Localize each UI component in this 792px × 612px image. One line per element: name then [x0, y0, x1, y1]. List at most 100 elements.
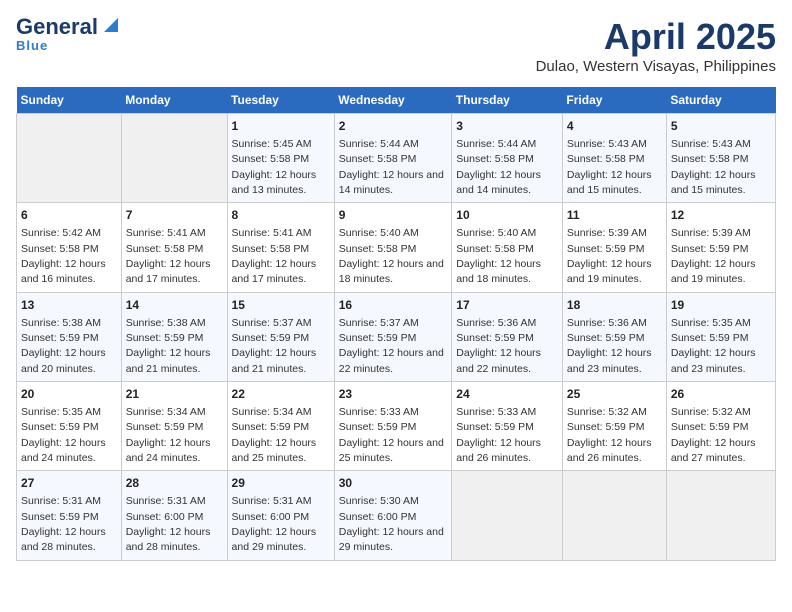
- day-number: 7: [126, 207, 223, 224]
- calendar-cell: 11 Sunrise: 5:39 AM Sunset: 5:59 PM Dayli…: [562, 203, 666, 292]
- calendar-week-row: 1 Sunrise: 5:45 AM Sunset: 5:58 PM Daylig…: [17, 114, 776, 203]
- day-info: Sunrise: 5:31 AM Sunset: 6:00 PM Dayligh…: [126, 495, 211, 553]
- day-info: Sunrise: 5:43 AM Sunset: 5:58 PM Dayligh…: [567, 138, 652, 196]
- day-info: Sunrise: 5:33 AM Sunset: 5:59 PM Dayligh…: [339, 406, 444, 464]
- calendar-cell: 12 Sunrise: 5:39 AM Sunset: 5:59 PM Dayli…: [666, 203, 775, 292]
- day-number: 29: [232, 475, 330, 492]
- day-info: Sunrise: 5:34 AM Sunset: 5:59 PM Dayligh…: [126, 406, 211, 464]
- day-info: Sunrise: 5:33 AM Sunset: 5:59 PM Dayligh…: [456, 406, 541, 464]
- day-info: Sunrise: 5:32 AM Sunset: 5:59 PM Dayligh…: [671, 406, 756, 464]
- day-info: Sunrise: 5:34 AM Sunset: 5:59 PM Dayligh…: [232, 406, 317, 464]
- day-number: 23: [339, 386, 448, 403]
- calendar-subtitle: Dulao, Western Visayas, Philippines: [536, 58, 776, 75]
- calendar-cell: [562, 471, 666, 560]
- day-number: 5: [671, 118, 771, 135]
- day-number: 2: [339, 118, 448, 135]
- calendar-cell: 9Sunrise: 5:40 AM Sunset: 5:58 PM Daylig…: [334, 203, 452, 292]
- day-number: 28: [126, 475, 223, 492]
- calendar-cell: 7Sunrise: 5:41 AM Sunset: 5:58 PM Daylig…: [121, 203, 227, 292]
- day-info: Sunrise: 5:38 AM Sunset: 5:59 PM Dayligh…: [21, 317, 106, 375]
- day-number: 27: [21, 475, 117, 492]
- weekday-header: Saturday: [666, 87, 775, 114]
- day-number: 20: [21, 386, 117, 403]
- day-info: Sunrise: 5:39 AM Sunset: 5:59 PM Dayligh…: [671, 227, 756, 285]
- day-info: Sunrise: 5:39 AM Sunset: 5:59 PM Dayligh…: [567, 227, 652, 285]
- calendar-cell: 22Sunrise: 5:34 AM Sunset: 5:59 PM Dayli…: [227, 382, 334, 471]
- calendar-cell: 28 Sunrise: 5:31 AM Sunset: 6:00 PM Dayli…: [121, 471, 227, 560]
- title-block: April 2025 Dulao, Western Visayas, Phili…: [536, 16, 776, 75]
- day-number: 24: [456, 386, 558, 403]
- calendar-cell: 21 Sunrise: 5:34 AM Sunset: 5:59 PM Dayli…: [121, 382, 227, 471]
- day-info: Sunrise: 5:35 AM Sunset: 5:59 PM Dayligh…: [671, 317, 756, 375]
- calendar-cell: 19 Sunrise: 5:35 AM Sunset: 5:59 PM Dayli…: [666, 292, 775, 381]
- day-info: Sunrise: 5:32 AM Sunset: 5:59 PM Dayligh…: [567, 406, 652, 464]
- day-info: Sunrise: 5:30 AM Sunset: 6:00 PM Dayligh…: [339, 495, 444, 553]
- day-number: 19: [671, 297, 771, 314]
- calendar-cell: 2 Sunrise: 5:44 AM Sunset: 5:58 PM Daylig…: [334, 114, 452, 203]
- day-number: 6: [21, 207, 117, 224]
- day-info: Sunrise: 5:31 AM Sunset: 5:59 PM Dayligh…: [21, 495, 106, 553]
- calendar-cell: 27 Sunrise: 5:31 AM Sunset: 5:59 PM Dayli…: [17, 471, 122, 560]
- calendar-cell: 10 Sunrise: 5:40 AM Sunset: 5:58 PM Dayli…: [452, 203, 563, 292]
- calendar-week-row: 20 Sunrise: 5:35 AM Sunset: 5:59 PM Dayli…: [17, 382, 776, 471]
- day-info: Sunrise: 5:35 AM Sunset: 5:59 PM Dayligh…: [21, 406, 106, 464]
- day-number: 25: [567, 386, 662, 403]
- calendar-cell: 20 Sunrise: 5:35 AM Sunset: 5:59 PM Dayli…: [17, 382, 122, 471]
- calendar-cell: 24 Sunrise: 5:33 AM Sunset: 5:59 PM Dayli…: [452, 382, 563, 471]
- calendar-cell: 15 Sunrise: 5:37 AM Sunset: 5:59 PM Dayli…: [227, 292, 334, 381]
- day-info: Sunrise: 5:36 AM Sunset: 5:59 PM Dayligh…: [456, 317, 541, 375]
- day-number: 26: [671, 386, 771, 403]
- day-number: 1: [232, 118, 330, 135]
- day-number: 30: [339, 475, 448, 492]
- day-info: Sunrise: 5:38 AM Sunset: 5:59 PM Dayligh…: [126, 317, 211, 375]
- calendar-cell: 5 Sunrise: 5:43 AM Sunset: 5:58 PM Daylig…: [666, 114, 775, 203]
- day-info: Sunrise: 5:31 AM Sunset: 6:00 PM Dayligh…: [232, 495, 317, 553]
- day-info: Sunrise: 5:36 AM Sunset: 5:59 PM Dayligh…: [567, 317, 652, 375]
- calendar-cell: 1 Sunrise: 5:45 AM Sunset: 5:58 PM Daylig…: [227, 114, 334, 203]
- calendar-cell: [666, 471, 775, 560]
- day-info: Sunrise: 5:44 AM Sunset: 5:58 PM Dayligh…: [456, 138, 541, 196]
- calendar-cell: 4 Sunrise: 5:43 AM Sunset: 5:58 PM Daylig…: [562, 114, 666, 203]
- calendar-cell: 17Sunrise: 5:36 AM Sunset: 5:59 PM Dayli…: [452, 292, 563, 381]
- calendar-cell: 3 Sunrise: 5:44 AM Sunset: 5:58 PM Daylig…: [452, 114, 563, 203]
- calendar-cell: 25 Sunrise: 5:32 AM Sunset: 5:59 PM Dayli…: [562, 382, 666, 471]
- day-info: Sunrise: 5:37 AM Sunset: 5:59 PM Dayligh…: [232, 317, 317, 375]
- day-number: 4: [567, 118, 662, 135]
- weekday-header-row: SundayMondayTuesdayWednesdayThursdayFrid…: [17, 87, 776, 114]
- day-number: 8: [232, 207, 330, 224]
- day-info: Sunrise: 5:40 AM Sunset: 5:58 PM Dayligh…: [456, 227, 541, 285]
- day-number: 14: [126, 297, 223, 314]
- calendar-week-row: 6 Sunrise: 5:42 AM Sunset: 5:58 PM Daylig…: [17, 203, 776, 292]
- calendar-cell: [17, 114, 122, 203]
- day-number: 13: [21, 297, 117, 314]
- calendar-title: April 2025: [536, 16, 776, 58]
- day-number: 10: [456, 207, 558, 224]
- calendar-cell: 8Sunrise: 5:41 AM Sunset: 5:58 PM Daylig…: [227, 203, 334, 292]
- calendar-cell: 29 Sunrise: 5:31 AM Sunset: 6:00 PM Dayli…: [227, 471, 334, 560]
- day-number: 18: [567, 297, 662, 314]
- logo: General Blue: [16, 16, 122, 53]
- day-number: 12: [671, 207, 771, 224]
- weekday-header: Sunday: [17, 87, 122, 114]
- weekday-header: Wednesday: [334, 87, 452, 114]
- weekday-header: Thursday: [452, 87, 563, 114]
- calendar-table: SundayMondayTuesdayWednesdayThursdayFrid…: [16, 87, 776, 561]
- calendar-cell: 18 Sunrise: 5:36 AM Sunset: 5:59 PM Dayli…: [562, 292, 666, 381]
- day-info: Sunrise: 5:42 AM Sunset: 5:58 PM Dayligh…: [21, 227, 106, 285]
- day-number: 21: [126, 386, 223, 403]
- day-number: 3: [456, 118, 558, 135]
- calendar-cell: 30 Sunrise: 5:30 AM Sunset: 6:00 PM Dayli…: [334, 471, 452, 560]
- day-info: Sunrise: 5:45 AM Sunset: 5:58 PM Dayligh…: [232, 138, 317, 196]
- day-info: Sunrise: 5:44 AM Sunset: 5:58 PM Dayligh…: [339, 138, 444, 196]
- calendar-cell: 14 Sunrise: 5:38 AM Sunset: 5:59 PM Dayli…: [121, 292, 227, 381]
- weekday-header: Tuesday: [227, 87, 334, 114]
- calendar-cell: 26 Sunrise: 5:32 AM Sunset: 5:59 PM Dayli…: [666, 382, 775, 471]
- day-number: 15: [232, 297, 330, 314]
- day-number: 9: [339, 207, 448, 224]
- day-number: 11: [567, 207, 662, 224]
- calendar-week-row: 13 Sunrise: 5:38 AM Sunset: 5:59 PM Dayli…: [17, 292, 776, 381]
- logo-text-general: General: [16, 16, 98, 38]
- calendar-cell: [452, 471, 563, 560]
- day-info: Sunrise: 5:43 AM Sunset: 5:58 PM Dayligh…: [671, 138, 756, 196]
- day-number: 16: [339, 297, 448, 314]
